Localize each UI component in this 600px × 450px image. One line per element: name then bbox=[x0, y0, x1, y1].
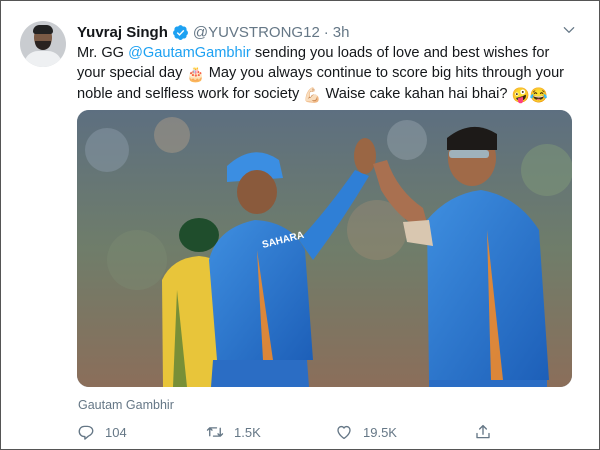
tweet-card: Yuvraj Singh @YUVSTRONG12 · 3h Mr. GG @G… bbox=[0, 0, 600, 450]
share-button[interactable] bbox=[474, 421, 502, 443]
muscle-emoji: 💪🏻 bbox=[303, 88, 322, 104]
author-name[interactable]: Yuvraj Singh bbox=[77, 24, 168, 41]
retweet-count: 1.5K bbox=[234, 424, 261, 440]
cake-emoji: 🎂 bbox=[186, 66, 205, 83]
reply-count: 104 bbox=[105, 424, 127, 440]
like-count: 19.5K bbox=[363, 424, 397, 440]
like-icon bbox=[337, 425, 351, 440]
tweet-actions: 104 1.5K 19.5K bbox=[77, 421, 497, 443]
like-button[interactable]: 19.5K bbox=[335, 421, 397, 443]
retweet-button[interactable]: 1.5K bbox=[206, 421, 261, 443]
tweet-text: Mr. GG @GautamGambhir sending you loads … bbox=[77, 44, 577, 107]
reply-button[interactable]: 104 bbox=[77, 421, 127, 443]
header-separator: · bbox=[323, 23, 329, 41]
tweet-text-part: Waise cake kahan hai bhai? bbox=[321, 86, 512, 102]
tweet-header: Yuvraj Singh @YUVSTRONG12 · 3h bbox=[77, 22, 349, 42]
reply-icon bbox=[78, 425, 94, 440]
retweet-icon bbox=[206, 427, 224, 437]
tweet-photo[interactable]: SAHARA bbox=[77, 110, 572, 387]
tweet-text-part: Mr. GG bbox=[77, 45, 129, 61]
tweet-timestamp[interactable]: 3h bbox=[333, 24, 350, 41]
tagged-user[interactable]: Gautam Gambhir bbox=[78, 398, 174, 412]
tagged-user-name[interactable]: Gautam Gambhir bbox=[78, 398, 174, 412]
crazy-face-emoji: 🤪 bbox=[511, 88, 530, 104]
tears-of-joy-emoji: 😂 bbox=[529, 88, 548, 104]
share-icon bbox=[476, 424, 490, 439]
mention-link[interactable]: @GautamGambhir bbox=[128, 45, 251, 61]
avatar[interactable] bbox=[20, 21, 66, 67]
author-handle[interactable]: @YUVSTRONG12 bbox=[193, 24, 320, 41]
verified-badge-icon bbox=[172, 24, 188, 40]
caret-down-icon[interactable] bbox=[562, 23, 576, 37]
